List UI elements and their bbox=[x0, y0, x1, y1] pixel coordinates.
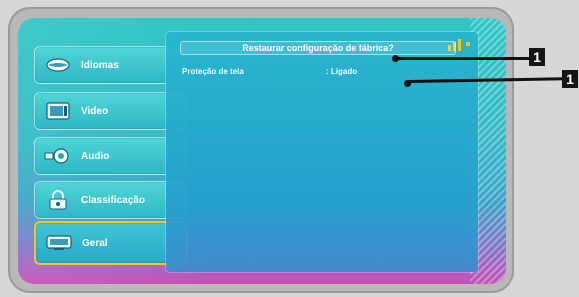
tv-icon bbox=[44, 232, 74, 254]
callout-badge: 1 bbox=[529, 48, 545, 66]
settings-panel: Restaurar configuração de fábrica? Prote… bbox=[166, 32, 478, 272]
menu-label: Geral bbox=[82, 237, 108, 249]
callout-line bbox=[396, 57, 532, 60]
lock-icon bbox=[43, 189, 73, 211]
screensaver-value[interactable]: : Ligado bbox=[326, 67, 357, 76]
restore-defaults-label: Restaurar configuração de fábrica? bbox=[242, 43, 394, 53]
menu-item-idiomas[interactable]: Idiomas bbox=[34, 46, 186, 84]
menu-label: Audio bbox=[81, 150, 110, 162]
menu-item-audio[interactable]: Audio bbox=[34, 137, 186, 175]
menu-label: Idiomas bbox=[81, 59, 119, 71]
menu-label: Classificação bbox=[81, 194, 145, 206]
menu-item-classificacao[interactable]: Classificação bbox=[34, 181, 186, 219]
callout-badge: 1 bbox=[562, 70, 578, 88]
monitor-icon bbox=[43, 100, 73, 122]
speaker-icon bbox=[43, 145, 73, 167]
lips-icon bbox=[43, 54, 73, 76]
menu-item-video[interactable]: Video bbox=[34, 92, 186, 130]
restore-defaults-option[interactable]: Restaurar configuração de fábrica? bbox=[180, 41, 456, 55]
menu-item-geral[interactable]: Geral bbox=[34, 221, 188, 265]
menu-label: Video bbox=[81, 105, 109, 117]
screensaver-label: Proteção de tela bbox=[182, 67, 244, 76]
